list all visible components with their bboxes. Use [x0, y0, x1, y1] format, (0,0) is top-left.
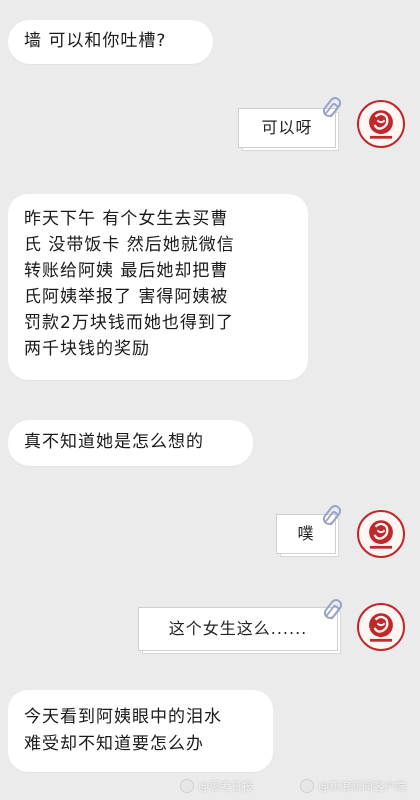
watermark-left: @思考日报	[180, 778, 253, 794]
outgoing-message-2: 可以呀	[238, 108, 339, 151]
weibo-icon	[300, 779, 314, 793]
message-line: 氏阿姨举报了 害得阿姨被	[24, 287, 229, 307]
message-line: 昨天下午 有个女生去买曹	[24, 209, 229, 229]
message-line: 两千块钱的奖励	[24, 339, 150, 359]
incoming-message-3: 昨天下午 有个女生去买曹 氏 没带饭卡 然后她就微信 转账给阿姨 最后她却把曹 …	[8, 194, 308, 380]
outgoing-message-6: 这个女生这么......	[138, 607, 341, 654]
message-text: 这个女生这么......	[168, 619, 308, 638]
message-text: 墙 可以和你吐槽?	[24, 31, 167, 51]
watermark-right-text: @新浪新闻客户端	[318, 780, 406, 793]
watermark-bar: @思考日报 @新浪新闻客户端	[0, 776, 420, 796]
message-text: 可以呀	[261, 118, 313, 137]
watermark-left-text: @思考日报	[198, 780, 253, 793]
red-seal-logo-icon	[357, 603, 405, 651]
weibo-icon	[180, 779, 194, 793]
message-line: 氏 没带饭卡 然后她就微信	[24, 235, 235, 255]
message-text: 真不知道她是怎么想的	[24, 432, 204, 452]
red-seal-logo-icon	[357, 100, 405, 148]
incoming-message-1: 墙 可以和你吐槽?	[8, 20, 213, 64]
chat-view: 墙 可以和你吐槽? 可以呀 昨天下午 有个女生去买曹 氏 没带饭卡 然后她就微信…	[0, 0, 420, 800]
message-line: 罚款2万块钱而她也得到了	[24, 313, 234, 333]
message-text: 噗	[297, 524, 315, 543]
incoming-message-4: 真不知道她是怎么想的	[8, 420, 253, 466]
message-line: 难受却不知道要怎么办	[24, 734, 204, 754]
message-line: 今天看到阿姨眼中的泪水	[24, 707, 222, 727]
incoming-message-7: 今天看到阿姨眼中的泪水 难受却不知道要怎么办	[8, 690, 273, 772]
watermark-right: @新浪新闻客户端	[300, 778, 406, 794]
message-line: 转账给阿姨 最后她却把曹	[24, 261, 229, 281]
red-seal-logo-icon	[357, 510, 405, 558]
